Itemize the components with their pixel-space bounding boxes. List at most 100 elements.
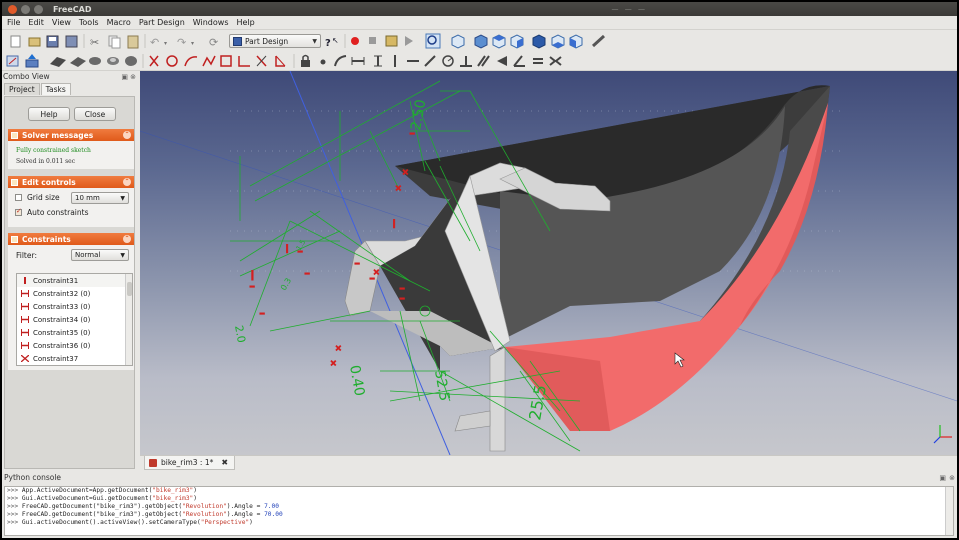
constrain-perpendicular-icon[interactable]: [460, 56, 472, 67]
revolution-icon[interactable]: [125, 56, 137, 66]
constrain-horizontal-distance-icon[interactable]: [351, 57, 365, 65]
create-arc-icon[interactable]: [184, 56, 198, 67]
grid-size-select[interactable]: 10 mm ▼: [71, 192, 129, 204]
constrain-tangent-icon[interactable]: [497, 56, 507, 66]
save-icon[interactable]: [46, 35, 59, 48]
rear-view-icon[interactable]: [532, 34, 546, 49]
console-scrollbar[interactable]: [945, 487, 953, 535]
scrollbar-thumb[interactable]: [127, 282, 132, 296]
view-sketch-icon[interactable]: [70, 57, 86, 67]
create-rectangle-icon[interactable]: [220, 55, 232, 67]
collapse-icon[interactable]: ⌃: [123, 235, 131, 243]
top-view-icon[interactable]: [492, 34, 506, 49]
menu-edit[interactable]: Edit: [24, 18, 48, 27]
list-item[interactable]: Constraint34 (0): [17, 313, 132, 326]
create-point-icon[interactable]: [149, 55, 159, 67]
constrain-vertical-distance-icon[interactable]: [374, 55, 382, 67]
menu-tools[interactable]: Tools: [75, 18, 103, 27]
menu-view[interactable]: View: [48, 18, 75, 27]
close-tab-icon[interactable]: ✖: [221, 458, 228, 467]
record-macro-icon[interactable]: [351, 37, 359, 45]
whats-this-icon[interactable]: ? ↖: [325, 36, 339, 49]
close-panel-icon[interactable]: ⊗: [130, 73, 136, 81]
undo-arrow-icon[interactable]: ▾: [164, 40, 167, 47]
menu-part-design[interactable]: Part Design: [135, 18, 189, 27]
open-file-icon[interactable]: [28, 37, 41, 47]
float-panel-icon[interactable]: ▣: [121, 73, 128, 81]
stop-macro-icon[interactable]: [369, 37, 376, 44]
constrain-equal-icon[interactable]: [533, 58, 543, 64]
menu-windows[interactable]: Windows: [189, 18, 233, 27]
constrain-parallel-icon[interactable]: [477, 55, 490, 67]
solver-messages-header[interactable]: Solver messages ⌃: [8, 129, 134, 141]
filter-select[interactable]: Normal ▼: [71, 249, 129, 261]
list-item[interactable]: Constraint32 (0): [17, 287, 132, 300]
close-button[interactable]: Close: [74, 107, 116, 121]
cut-icon[interactable]: ✂: [90, 36, 99, 49]
help-button[interactable]: Help: [28, 107, 70, 121]
trim-edge-icon[interactable]: [256, 55, 267, 67]
auto-constraints-checkbox[interactable]: [15, 207, 22, 216]
redo-icon[interactable]: ↷: [177, 36, 186, 49]
close-panel-icon[interactable]: ⊗: [949, 474, 955, 482]
save-as-icon[interactable]: [65, 35, 78, 48]
horizontal-distance-icon: [21, 329, 29, 336]
list-item[interactable]: Constraint37: [17, 352, 132, 365]
bottom-view-icon[interactable]: [551, 34, 565, 49]
map-sketch-icon[interactable]: [50, 57, 66, 67]
paste-icon[interactable]: [127, 35, 139, 49]
edit-controls-header[interactable]: Edit controls ⌃: [8, 176, 134, 188]
constraints-scrollbar[interactable]: [125, 274, 132, 365]
pocket-icon[interactable]: [107, 57, 119, 65]
constrain-distance-icon[interactable]: [424, 55, 436, 67]
python-console[interactable]: >>> App.ActiveDocument=App.getDocument("…: [4, 486, 954, 536]
symmetric-constraint-icon: [21, 355, 29, 362]
copy-icon[interactable]: [108, 35, 121, 49]
left-view-icon[interactable]: [569, 34, 583, 49]
tab-tasks[interactable]: Tasks: [40, 83, 71, 95]
measure-distance-icon[interactable]: [591, 34, 606, 48]
new-file-icon[interactable]: [10, 35, 21, 48]
create-fillet-icon[interactable]: [238, 56, 250, 67]
fit-all-icon[interactable]: [425, 33, 441, 49]
axonometric-view-icon[interactable]: [451, 34, 465, 49]
undo-icon[interactable]: ↶: [150, 36, 159, 49]
menu-help[interactable]: Help: [233, 18, 259, 27]
close-window-icon[interactable]: [8, 4, 17, 14]
tab-bike-rim3[interactable]: bike_rim3 : 1* ✖: [144, 456, 236, 470]
list-item[interactable]: Constraint36 (0): [17, 339, 132, 352]
redo-arrow-icon[interactable]: ▾: [191, 40, 194, 47]
list-item[interactable]: Constraint35 (0): [17, 326, 132, 339]
menu-macro[interactable]: Macro: [103, 18, 135, 27]
pad-icon[interactable]: [89, 57, 101, 65]
grid-size-checkbox[interactable]: [15, 194, 22, 201]
constrain-coincident-icon[interactable]: [320, 59, 326, 65]
right-view-icon[interactable]: [510, 34, 524, 49]
constrain-radius-icon[interactable]: [442, 55, 454, 67]
collapse-icon[interactable]: ⌃: [123, 131, 131, 139]
refresh-icon[interactable]: ⟳: [209, 36, 218, 49]
leave-sketch-icon[interactable]: [25, 54, 39, 68]
constrain-lock-icon[interactable]: [301, 54, 310, 68]
workbench-selector[interactable]: Part Design ▼: [229, 34, 321, 48]
maximize-window-icon[interactable]: [34, 4, 43, 14]
3d-viewport[interactable]: 2.50 52.5 0.40 2.0 25.5 0.3 1.5 ✕ ✕ ✕ ✕ …: [140, 71, 957, 455]
new-sketch-icon[interactable]: [6, 55, 19, 67]
macros-icon[interactable]: [385, 35, 398, 47]
list-item[interactable]: Constraint31: [17, 274, 132, 287]
create-polyline-icon[interactable]: [202, 55, 216, 67]
external-geometry-icon[interactable]: [275, 55, 286, 67]
constrain-point-on-object-icon[interactable]: [334, 55, 347, 67]
tab-project[interactable]: Project: [4, 83, 40, 95]
collapse-icon[interactable]: ⌃: [123, 178, 131, 186]
constrain-symmetric-icon[interactable]: [549, 56, 562, 66]
execute-macro-icon[interactable]: [405, 36, 413, 46]
menu-file[interactable]: File: [2, 18, 24, 27]
create-circle-icon[interactable]: [166, 55, 178, 67]
constraints-header[interactable]: Constraints ⌃: [8, 233, 134, 245]
list-item[interactable]: Constraint33 (0): [17, 300, 132, 313]
constrain-angle-icon[interactable]: [513, 55, 525, 67]
float-panel-icon[interactable]: ▣: [939, 474, 946, 482]
front-view-icon[interactable]: [474, 34, 488, 49]
minimize-window-icon[interactable]: [21, 4, 30, 14]
